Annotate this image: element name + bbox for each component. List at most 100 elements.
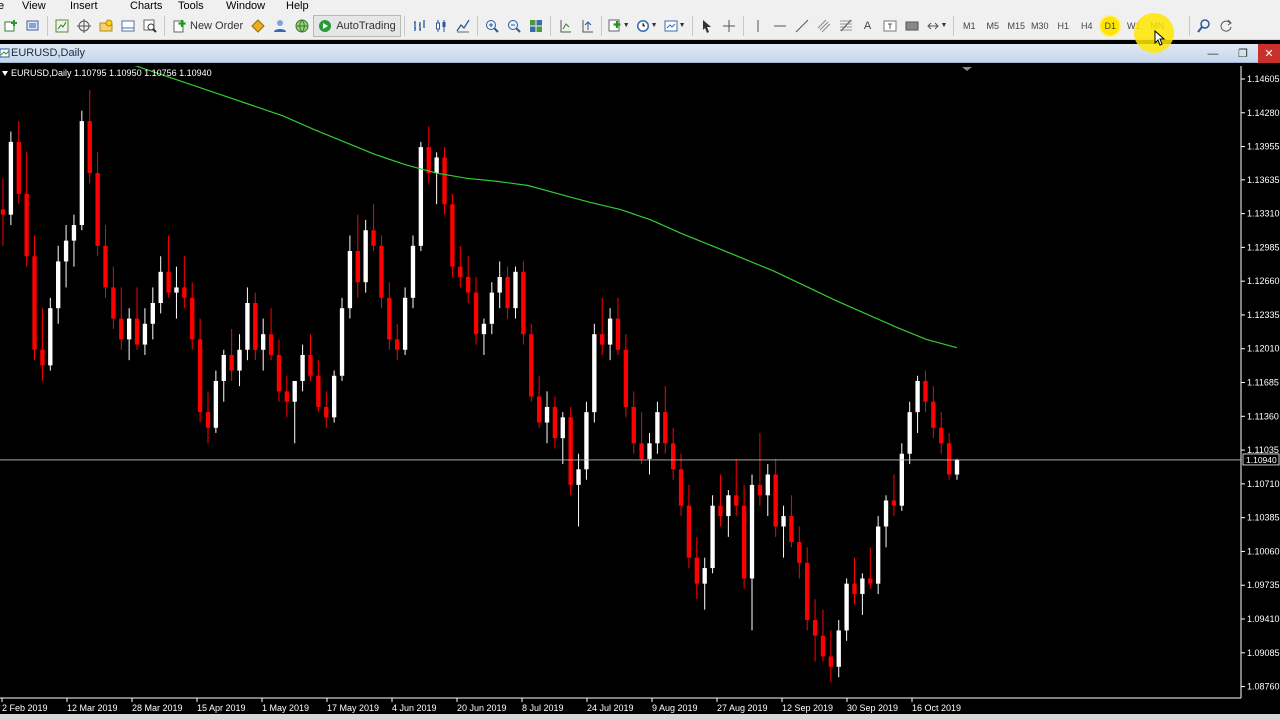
timeframe-m15[interactable]: M15 [1004, 15, 1028, 37]
text-label-button[interactable] [879, 15, 901, 37]
candle-bull [544, 406, 550, 423]
candle-bear [426, 147, 431, 174]
candle-bull [261, 334, 266, 350]
candle-bull [331, 375, 337, 418]
time-tick-label: 27 Aug 2019 [717, 703, 768, 713]
time-tick-label: 9 Aug 2019 [652, 703, 698, 713]
periods-button[interactable]: ▼ [633, 15, 661, 37]
horizontal-scrollbar[interactable] [0, 714, 1280, 720]
refresh-button[interactable] [1215, 15, 1237, 37]
candle-bear [639, 443, 644, 459]
timeframe-m5[interactable]: M5 [981, 15, 1005, 37]
timeframe-d1[interactable]: D1 [1098, 14, 1122, 37]
zoom-out-button[interactable] [503, 15, 525, 37]
timeframe-m1[interactable]: M1 [957, 15, 981, 37]
candlestick-chart[interactable]: 1.14605 1.14280 1.13955 1.13635 1.13310 1.129… [0, 66, 1280, 714]
profiles-button[interactable] [22, 15, 44, 37]
candle-bear [103, 245, 108, 288]
candle-bear [190, 297, 195, 340]
new-order-icon [173, 19, 186, 32]
candle-bull [726, 495, 731, 517]
signals-button[interactable] [269, 15, 291, 37]
horizontal-line-icon [773, 25, 786, 26]
timeframe-w1[interactable]: W1 [1122, 15, 1146, 37]
new-chart-icon [4, 19, 17, 31]
timeframe-m30[interactable]: M30 [1028, 15, 1052, 37]
new-chart-button[interactable] [0, 15, 22, 37]
vertical-line-button[interactable] [747, 15, 769, 37]
market-button[interactable] [291, 15, 313, 37]
timeframe-h1[interactable]: H1 [1051, 15, 1075, 37]
time-tick-label: 30 Sep 2019 [847, 703, 898, 713]
tile-windows-button[interactable] [525, 15, 547, 37]
menu-item-charts[interactable]: Charts [130, 0, 178, 12]
menu-item-view[interactable]: View [22, 0, 70, 12]
auto-scroll-button[interactable] [554, 15, 576, 37]
candlestick-button[interactable] [430, 15, 452, 37]
toolbar-separator [549, 15, 551, 36]
price-tick-label: 1.09410 [1247, 614, 1280, 624]
rectangle-tool-button[interactable] [901, 15, 923, 37]
close-button[interactable]: ✕ [1258, 44, 1280, 63]
candle-bear [946, 443, 952, 475]
menu-item-window[interactable]: Window [226, 0, 286, 12]
cursor-tool-button[interactable] [696, 15, 718, 37]
toolbar-separator [476, 15, 478, 36]
bar-chart-button[interactable] [408, 15, 430, 37]
fibonacci-icon [839, 19, 852, 31]
timeframe-mn[interactable]: MN [1145, 15, 1169, 37]
time-tick-label: 17 May 2019 [327, 703, 379, 713]
candle-bear [631, 406, 636, 444]
menu-item-tools[interactable]: Tools [178, 0, 226, 12]
new-order-button[interactable]: New Order [168, 15, 247, 37]
market-watch-button[interactable] [51, 15, 73, 37]
candle-bull [915, 380, 920, 413]
strategy-tester-button[interactable] [139, 15, 161, 37]
trendline-button[interactable] [791, 15, 813, 37]
indicators-icon [608, 19, 621, 31]
terminal-button[interactable] [117, 15, 139, 37]
templates-button[interactable]: ▼ [661, 15, 689, 37]
toolbar-separator [403, 15, 405, 36]
minimize-button[interactable]: — [1198, 44, 1228, 63]
menu-item-help[interactable]: Help [286, 0, 326, 12]
chart-canvas[interactable]: 1.14605 1.14280 1.13955 1.13635 1.13310 1.129… [0, 66, 1280, 720]
time-tick-label: 15 Apr 2019 [197, 703, 246, 713]
indicators-button[interactable]: ▼ [605, 15, 633, 37]
menu-item-insert[interactable]: Insert [70, 0, 130, 12]
candle-bear [119, 318, 124, 340]
candle-bull [489, 292, 494, 324]
candlestick-icon [435, 19, 446, 32]
candle-bull [158, 271, 163, 303]
zoom-in-button[interactable] [481, 15, 503, 37]
crosshair-tool-button[interactable] [718, 15, 740, 37]
data-window-button[interactable] [73, 15, 95, 37]
timeframe-h4[interactable]: H4 [1075, 15, 1099, 37]
time-tick-label: 1 May 2019 [262, 703, 309, 713]
line-chart-button[interactable] [452, 15, 474, 37]
candle-bear [741, 505, 747, 579]
text-tool-button[interactable]: A [857, 15, 879, 37]
menu-item-e[interactable]: e [0, 0, 10, 12]
toolbar-separator [953, 15, 955, 36]
metaeditor-button[interactable] [247, 15, 269, 37]
restore-button[interactable]: ❐ [1228, 44, 1258, 63]
price-tick-label: 1.12660 [1247, 276, 1280, 286]
arrows-button[interactable]: ▼ [923, 15, 951, 37]
price-tick-label: 1.12335 [1247, 310, 1280, 320]
price-tick-label: 1.13635 [1247, 175, 1280, 185]
autotrading-button[interactable]: AutoTrading [313, 14, 401, 37]
candle-bull [655, 412, 660, 444]
clock-icon [636, 19, 649, 32]
navigator-button[interactable] [95, 15, 117, 37]
candle-bear [939, 427, 944, 444]
fibonacci-button[interactable] [835, 15, 857, 37]
candle-bear [87, 121, 92, 174]
candle-bear [473, 292, 479, 335]
chart-shift-button[interactable] [576, 15, 598, 37]
candle-bull [576, 469, 581, 485]
horizontal-line-button[interactable] [769, 15, 791, 37]
equidistant-channel-button[interactable] [813, 15, 835, 37]
candle-bull [410, 245, 416, 298]
search-button[interactable] [1193, 15, 1215, 37]
